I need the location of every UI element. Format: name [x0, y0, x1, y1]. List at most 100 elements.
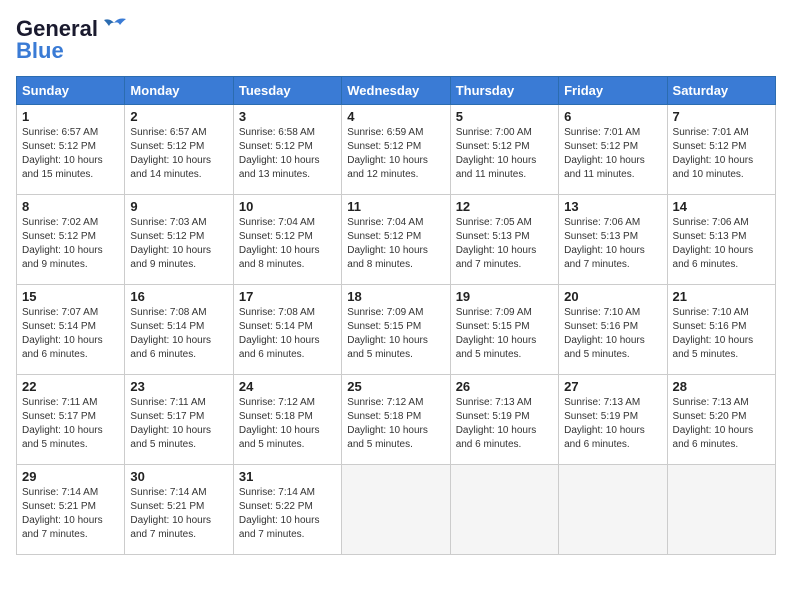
calendar-cell: 29 Sunrise: 7:14 AM Sunset: 5:21 PM Dayli…: [17, 465, 125, 555]
calendar-cell: 6 Sunrise: 7:01 AM Sunset: 5:12 PM Daylig…: [559, 105, 667, 195]
calendar-cell: 22 Sunrise: 7:11 AM Sunset: 5:17 PM Dayli…: [17, 375, 125, 465]
day-number: 31: [239, 469, 336, 484]
weekday-header-monday: Monday: [125, 77, 233, 105]
calendar-table: SundayMondayTuesdayWednesdayThursdayFrid…: [16, 76, 776, 555]
day-info: Sunrise: 7:08 AM Sunset: 5:14 PM Dayligh…: [130, 306, 227, 362]
calendar-cell: 16 Sunrise: 7:08 AM Sunset: 5:14 PM Dayli…: [125, 285, 233, 375]
calendar-cell: 24 Sunrise: 7:12 AM Sunset: 5:18 PM Dayli…: [233, 375, 341, 465]
day-info: Sunrise: 7:10 AM Sunset: 5:16 PM Dayligh…: [564, 306, 661, 362]
day-info: Sunrise: 7:14 AM Sunset: 5:22 PM Dayligh…: [239, 486, 336, 542]
calendar-cell: 13Sunrise: 7:06 AM Sunset: 5:13 PM Dayli…: [559, 195, 667, 285]
calendar-week-row: 22 Sunrise: 7:11 AM Sunset: 5:17 PM Dayli…: [17, 375, 776, 465]
day-info: Sunrise: 7:03 AM Sunset: 5:12 PM Dayligh…: [130, 216, 227, 272]
calendar-cell: 15 Sunrise: 7:07 AM Sunset: 5:14 PM Dayli…: [17, 285, 125, 375]
day-number: 26: [456, 379, 553, 394]
day-info: Sunrise: 6:59 AM Sunset: 5:12 PM Dayligh…: [347, 126, 444, 182]
day-info: Sunrise: 7:07 AM Sunset: 5:14 PM Dayligh…: [22, 306, 119, 362]
day-info: Sunrise: 7:01 AM Sunset: 5:12 PM Dayligh…: [673, 126, 770, 182]
day-info: Sunrise: 7:12 AM Sunset: 5:18 PM Dayligh…: [347, 396, 444, 452]
calendar-cell: 20 Sunrise: 7:10 AM Sunset: 5:16 PM Dayli…: [559, 285, 667, 375]
weekday-header-row: SundayMondayTuesdayWednesdayThursdayFrid…: [17, 77, 776, 105]
day-info: Sunrise: 7:13 AM Sunset: 5:19 PM Dayligh…: [564, 396, 661, 452]
calendar-cell: 2Sunrise: 6:57 AM Sunset: 5:12 PM Daylig…: [125, 105, 233, 195]
calendar-cell: 27 Sunrise: 7:13 AM Sunset: 5:19 PM Dayli…: [559, 375, 667, 465]
calendar-cell: 10 Sunrise: 7:04 AM Sunset: 5:12 PM Dayli…: [233, 195, 341, 285]
calendar-cell: 21Sunrise: 7:10 AM Sunset: 5:16 PM Dayli…: [667, 285, 775, 375]
calendar-week-row: 1 Sunrise: 6:57 AM Sunset: 5:12 PM Daylig…: [17, 105, 776, 195]
calendar-cell: 23 Sunrise: 7:11 AM Sunset: 5:17 PM Dayli…: [125, 375, 233, 465]
day-number: 25: [347, 379, 444, 394]
day-number: 17: [239, 289, 336, 304]
day-number: 5: [456, 109, 553, 124]
day-info: Sunrise: 7:14 AM Sunset: 5:21 PM Dayligh…: [130, 486, 227, 542]
calendar-cell: 18Sunrise: 7:09 AM Sunset: 5:15 PM Dayli…: [342, 285, 450, 375]
calendar-cell: 8 Sunrise: 7:02 AM Sunset: 5:12 PM Daylig…: [17, 195, 125, 285]
calendar-cell: 11Sunrise: 7:04 AM Sunset: 5:12 PM Dayli…: [342, 195, 450, 285]
day-info: Sunrise: 6:57 AM Sunset: 5:12 PM Dayligh…: [130, 126, 227, 182]
logo-blue-text: Blue: [16, 38, 64, 64]
day-number: 1: [22, 109, 119, 124]
day-info: Sunrise: 7:11 AM Sunset: 5:17 PM Dayligh…: [130, 396, 227, 452]
calendar-cell: 25 Sunrise: 7:12 AM Sunset: 5:18 PM Dayli…: [342, 375, 450, 465]
calendar-cell: 17Sunrise: 7:08 AM Sunset: 5:14 PM Dayli…: [233, 285, 341, 375]
day-info: Sunrise: 7:01 AM Sunset: 5:12 PM Dayligh…: [564, 126, 661, 182]
day-info: Sunrise: 7:11 AM Sunset: 5:17 PM Dayligh…: [22, 396, 119, 452]
calendar-cell: [342, 465, 450, 555]
day-info: Sunrise: 7:06 AM Sunset: 5:13 PM Dayligh…: [673, 216, 770, 272]
calendar-cell: [667, 465, 775, 555]
day-number: 10: [239, 199, 336, 214]
day-number: 12: [456, 199, 553, 214]
calendar-cell: 7 Sunrise: 7:01 AM Sunset: 5:12 PM Daylig…: [667, 105, 775, 195]
day-info: Sunrise: 7:04 AM Sunset: 5:12 PM Dayligh…: [347, 216, 444, 272]
logo: General Blue: [16, 16, 128, 64]
day-number: 28: [673, 379, 770, 394]
day-number: 8: [22, 199, 119, 214]
day-number: 15: [22, 289, 119, 304]
day-info: Sunrise: 7:02 AM Sunset: 5:12 PM Dayligh…: [22, 216, 119, 272]
day-info: Sunrise: 7:14 AM Sunset: 5:21 PM Dayligh…: [22, 486, 119, 542]
calendar-cell: 26 Sunrise: 7:13 AM Sunset: 5:19 PM Dayli…: [450, 375, 558, 465]
day-number: 6: [564, 109, 661, 124]
day-number: 29: [22, 469, 119, 484]
day-info: Sunrise: 7:12 AM Sunset: 5:18 PM Dayligh…: [239, 396, 336, 452]
day-info: Sunrise: 7:05 AM Sunset: 5:13 PM Dayligh…: [456, 216, 553, 272]
day-info: Sunrise: 7:00 AM Sunset: 5:12 PM Dayligh…: [456, 126, 553, 182]
day-number: 30: [130, 469, 227, 484]
calendar-cell: 28 Sunrise: 7:13 AM Sunset: 5:20 PM Dayli…: [667, 375, 775, 465]
day-number: 16: [130, 289, 227, 304]
day-info: Sunrise: 6:57 AM Sunset: 5:12 PM Dayligh…: [22, 126, 119, 182]
day-number: 14: [673, 199, 770, 214]
weekday-header-sunday: Sunday: [17, 77, 125, 105]
day-number: 24: [239, 379, 336, 394]
calendar-cell: 9 Sunrise: 7:03 AM Sunset: 5:12 PM Daylig…: [125, 195, 233, 285]
weekday-header-friday: Friday: [559, 77, 667, 105]
day-number: 3: [239, 109, 336, 124]
calendar-cell: 4Sunrise: 6:59 AM Sunset: 5:12 PM Daylig…: [342, 105, 450, 195]
logo-bird-icon: [100, 15, 128, 35]
day-info: Sunrise: 7:13 AM Sunset: 5:19 PM Dayligh…: [456, 396, 553, 452]
day-number: 21: [673, 289, 770, 304]
day-number: 13: [564, 199, 661, 214]
calendar-cell: 19Sunrise: 7:09 AM Sunset: 5:15 PM Dayli…: [450, 285, 558, 375]
weekday-header-wednesday: Wednesday: [342, 77, 450, 105]
calendar-cell: 14 Sunrise: 7:06 AM Sunset: 5:13 PM Dayli…: [667, 195, 775, 285]
day-number: 9: [130, 199, 227, 214]
day-info: Sunrise: 7:09 AM Sunset: 5:15 PM Dayligh…: [456, 306, 553, 362]
day-number: 22: [22, 379, 119, 394]
day-number: 23: [130, 379, 227, 394]
calendar-cell: 5 Sunrise: 7:00 AM Sunset: 5:12 PM Daylig…: [450, 105, 558, 195]
calendar-cell: 1 Sunrise: 6:57 AM Sunset: 5:12 PM Daylig…: [17, 105, 125, 195]
calendar-week-row: 8 Sunrise: 7:02 AM Sunset: 5:12 PM Daylig…: [17, 195, 776, 285]
day-number: 7: [673, 109, 770, 124]
calendar-week-row: 29 Sunrise: 7:14 AM Sunset: 5:21 PM Dayli…: [17, 465, 776, 555]
day-info: Sunrise: 7:09 AM Sunset: 5:15 PM Dayligh…: [347, 306, 444, 362]
calendar-cell: [559, 465, 667, 555]
calendar-cell: [450, 465, 558, 555]
day-info: Sunrise: 7:13 AM Sunset: 5:20 PM Dayligh…: [673, 396, 770, 452]
day-number: 20: [564, 289, 661, 304]
weekday-header-saturday: Saturday: [667, 77, 775, 105]
day-number: 27: [564, 379, 661, 394]
calendar-cell: 30 Sunrise: 7:14 AM Sunset: 5:21 PM Dayli…: [125, 465, 233, 555]
calendar-cell: 3Sunrise: 6:58 AM Sunset: 5:12 PM Daylig…: [233, 105, 341, 195]
day-info: Sunrise: 7:04 AM Sunset: 5:12 PM Dayligh…: [239, 216, 336, 272]
